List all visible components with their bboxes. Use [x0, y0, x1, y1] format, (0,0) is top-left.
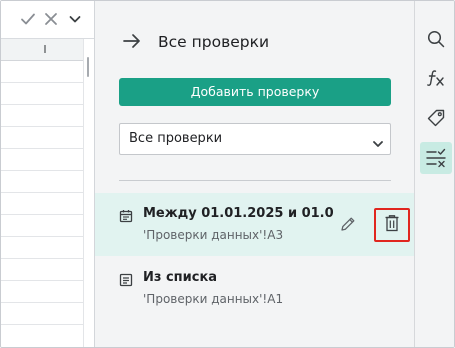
tag-icon[interactable]	[420, 102, 452, 134]
separator	[119, 180, 391, 181]
list-icon	[119, 272, 133, 287]
cell-grid[interactable]	[1, 61, 83, 347]
grid-line	[1, 324, 83, 325]
grid-line	[1, 170, 83, 171]
spreadsheet-area: I	[1, 1, 95, 347]
data-validation-icon[interactable]	[420, 142, 452, 174]
grid-line	[1, 104, 83, 105]
search-icon[interactable]	[420, 23, 452, 55]
trash-icon	[384, 214, 400, 236]
checkmark-icon[interactable]	[19, 9, 37, 29]
add-check-button[interactable]: Добавить проверку	[119, 78, 391, 106]
validation-item-range: 'Проверки данных'!A1	[143, 292, 284, 306]
column-label: I	[43, 43, 47, 56]
grid-line	[1, 236, 83, 237]
validation-item-range: 'Проверки данных'!A3	[143, 228, 284, 242]
delete-button[interactable]	[374, 208, 410, 242]
grid-line	[1, 258, 83, 259]
function-icon[interactable]	[420, 62, 452, 94]
grid-line	[1, 280, 83, 281]
checks-filter-select[interactable]: Все проверки	[119, 123, 391, 155]
validation-item[interactable]: Из списка 'Проверки данных'!A1	[95, 257, 414, 320]
validation-item-title: Из списка	[143, 270, 218, 285]
validation-item-title: Между 01.01.2025 и 01.01.2...	[143, 206, 333, 221]
validation-item[interactable]: Между 01.01.2025 и 01.01.2... 'Проверки …	[95, 193, 414, 256]
data-validation-panel: Все проверки Добавить проверку Все прове…	[95, 1, 414, 347]
chevron-down-icon[interactable]	[66, 9, 84, 29]
grid-line	[1, 82, 83, 83]
calendar-icon	[119, 208, 133, 223]
grid-line	[1, 126, 83, 127]
arrow-right-icon[interactable]	[122, 31, 142, 51]
grid-line	[1, 148, 83, 149]
grid-line	[1, 192, 83, 193]
right-toolbar	[415, 1, 454, 347]
grid-line	[1, 302, 83, 303]
scrollbar-thumb[interactable]	[87, 57, 89, 77]
grid-line	[1, 214, 83, 215]
select-value: Все проверки	[129, 131, 223, 146]
chevron-down-icon	[372, 134, 384, 147]
app-window: I Все проверки Добавить проверку Все про…	[0, 0, 455, 348]
close-icon[interactable]	[42, 9, 60, 29]
pencil-icon[interactable]	[339, 215, 357, 233]
vertical-scrollbar[interactable]	[83, 39, 94, 347]
formula-bar	[1, 1, 95, 39]
panel-title: Все проверки	[158, 33, 270, 51]
column-header[interactable]: I	[1, 39, 83, 61]
